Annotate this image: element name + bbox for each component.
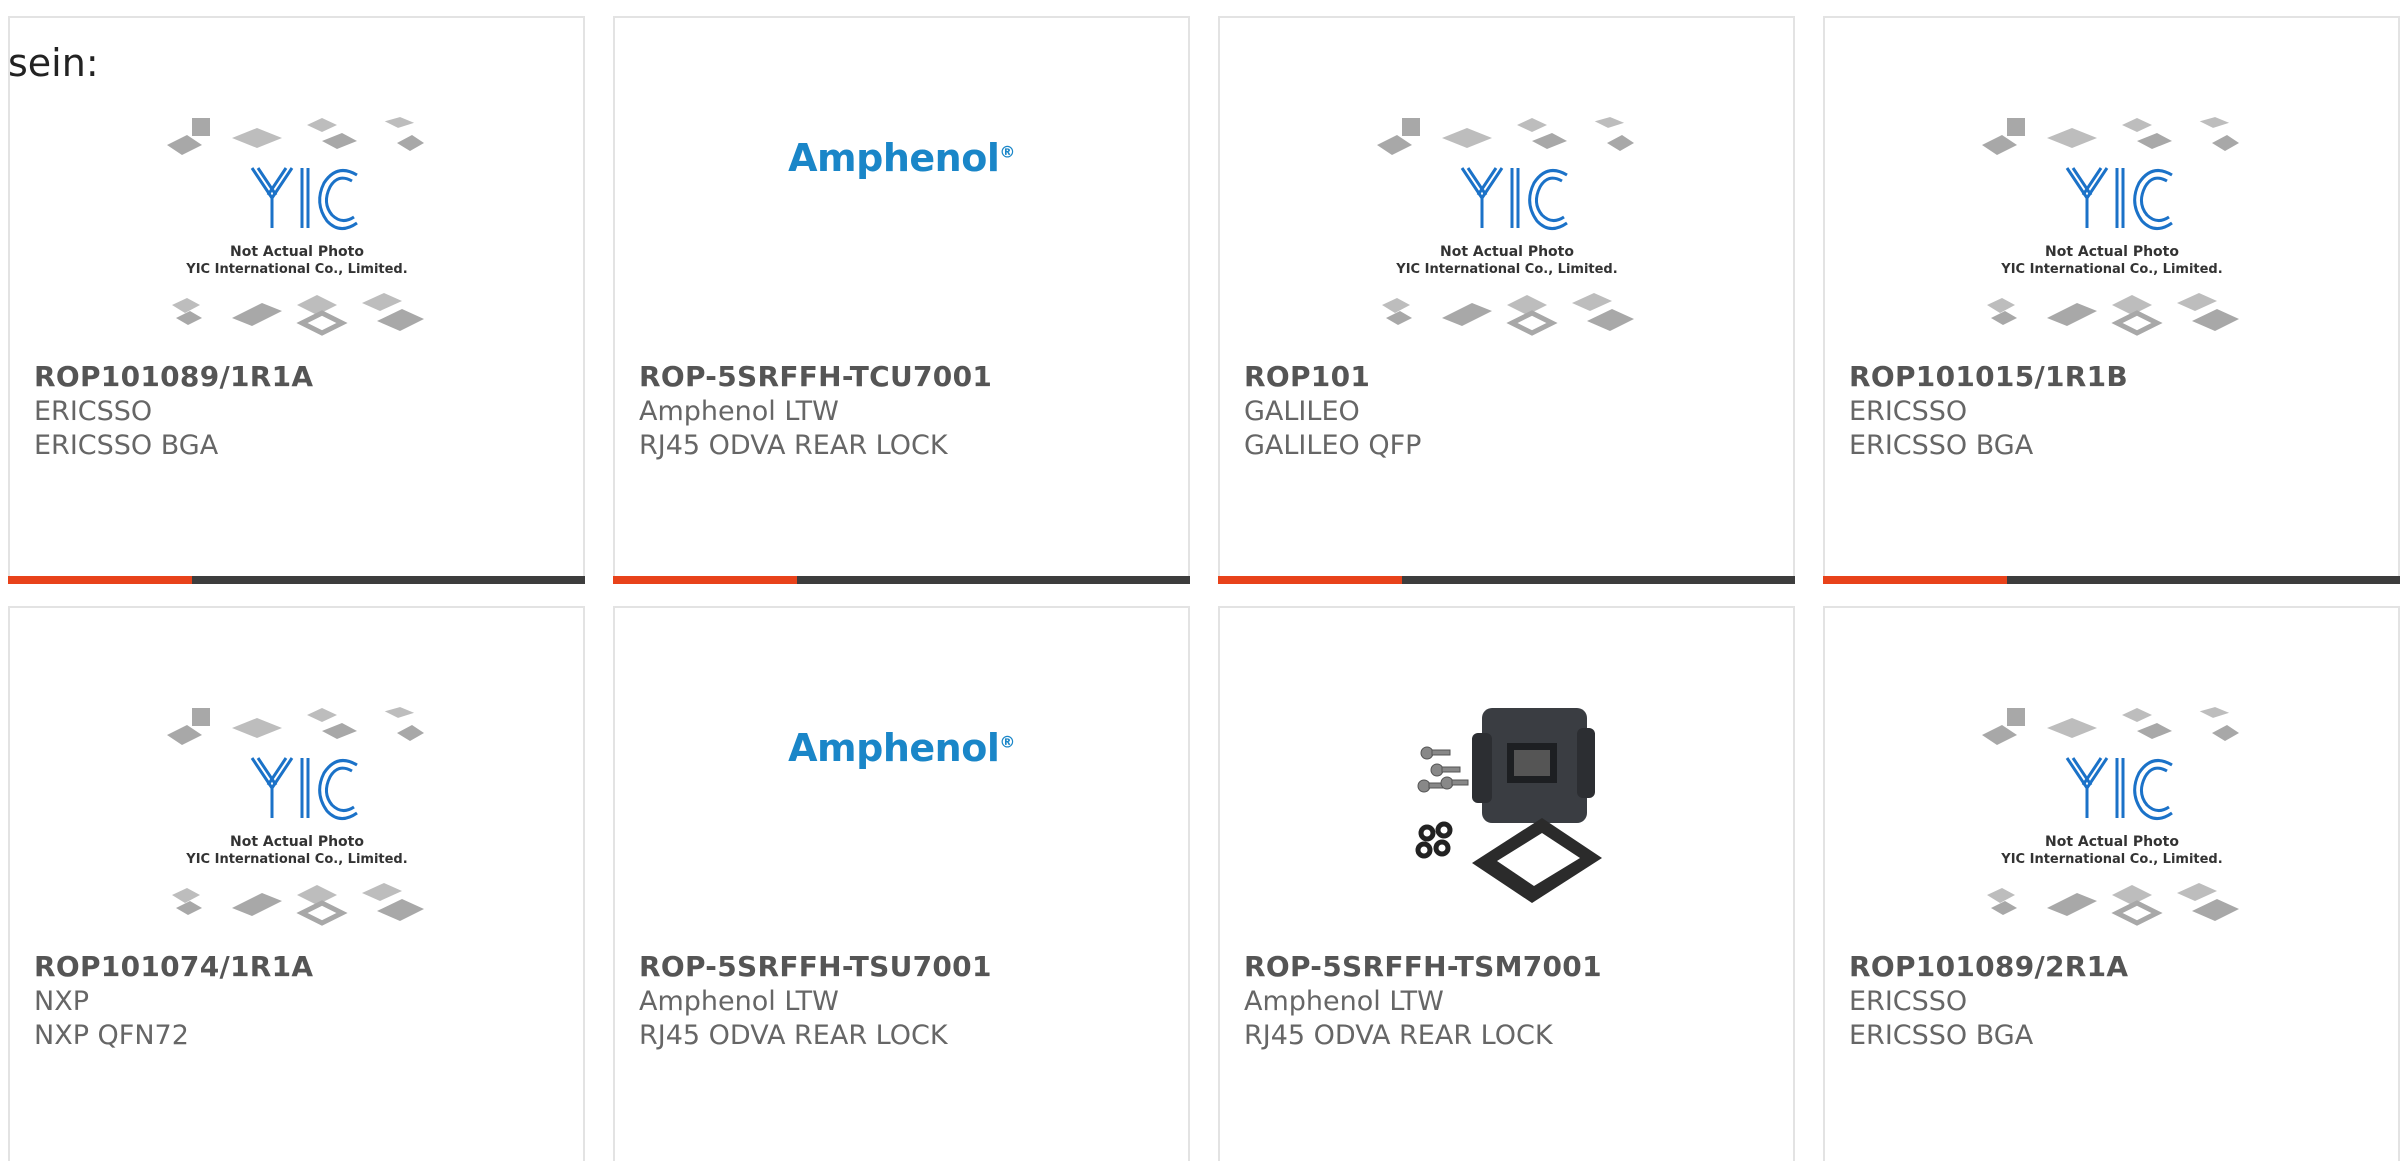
product-image[interactable]: Not Actual Photo YIC International Co., L… (1825, 98, 2398, 368)
product-image[interactable]: Not Actual Photo YIC International Co., L… (1825, 688, 2398, 958)
product-card[interactable]: Amphenol® ROP-5SRFFH-TSU7001 Amphenol LTW R… (613, 606, 1190, 1161)
product-card[interactable]: ROP-5SRFFH-TSM7001 Amphenol LTW RJ45 ODVA … (1218, 606, 1795, 1161)
card-hover-bar (613, 576, 1190, 584)
product-description: GALILEO QFP (1244, 430, 1422, 461)
product-image[interactable]: Amphenol® (615, 688, 1188, 958)
not-actual-photo-placeholder: Not Actual Photo YIC International Co., L… (1376, 114, 1634, 336)
product-description: ERICSSO BGA (1849, 430, 2034, 461)
placeholder-line2: YIC International Co., Limited. (2000, 852, 2222, 867)
product-manufacturer: ERICSSO (34, 396, 153, 427)
product-image[interactable]: Amphenol® (615, 98, 1188, 368)
product-image[interactable]: Not Actual Photo YIC International Co., L… (10, 98, 583, 368)
product-part-number[interactable]: ROP101 (1244, 360, 1370, 393)
placeholder-line1: Not Actual Photo (230, 834, 364, 850)
not-actual-photo-placeholder: Not Actual Photo YIC International Co., L… (166, 114, 424, 336)
product-manufacturer: ERICSSO (1849, 396, 1968, 427)
not-actual-photo-placeholder: Not Actual Photo YIC International Co., L… (1981, 704, 2239, 926)
placeholder-line2: YIC International Co., Limited. (185, 852, 407, 867)
card-hover-bar-accent (613, 576, 797, 584)
placeholder-line2: YIC International Co., Limited. (2000, 262, 2222, 277)
card-hover-bar-accent (8, 576, 192, 584)
product-image[interactable]: Not Actual Photo YIC International Co., L… (1220, 98, 1793, 368)
amphenol-logo-text: Amphenol (788, 136, 1000, 180)
page: sein: Not Actual Photo YIC International … (0, 0, 2400, 1161)
product-part-number[interactable]: ROP101015/1R1B (1849, 360, 2128, 393)
product-part-number[interactable]: ROP101089/1R1A (34, 360, 313, 393)
product-manufacturer: ERICSSO (1849, 986, 1968, 1017)
product-manufacturer: NXP (34, 986, 89, 1017)
placeholder-line1: Not Actual Photo (2045, 244, 2179, 260)
product-image[interactable]: Not Actual Photo YIC International Co., L… (10, 688, 583, 958)
product-card[interactable]: Not Actual Photo YIC International Co., L… (8, 606, 585, 1161)
not-actual-photo-placeholder: Not Actual Photo YIC International Co., L… (1981, 114, 2239, 336)
product-part-number[interactable]: ROP101089/2R1A (1849, 950, 2128, 983)
intro-text: sein: (8, 41, 99, 85)
product-description: ERICSSO BGA (34, 430, 219, 461)
product-part-number[interactable]: ROP-5SRFFH-TCU7001 (639, 360, 992, 393)
product-card[interactable]: Not Actual Photo YIC International Co., L… (1218, 16, 1795, 584)
product-card[interactable]: Not Actual Photo YIC International Co., L… (1823, 16, 2400, 584)
not-actual-photo-placeholder: Not Actual Photo YIC International Co., L… (166, 704, 424, 926)
amphenol-logo: Amphenol® (788, 136, 1015, 180)
placeholder-line1: Not Actual Photo (2045, 834, 2179, 850)
placeholder-line2: YIC International Co., Limited. (1395, 262, 1617, 277)
card-hover-bar (1823, 576, 2400, 584)
product-description: RJ45 ODVA REAR LOCK (639, 430, 948, 461)
product-description: RJ45 ODVA REAR LOCK (1244, 1020, 1553, 1051)
amphenol-logo: Amphenol® (788, 726, 1015, 770)
product-manufacturer: GALILEO (1244, 396, 1360, 427)
product-manufacturer: Amphenol LTW (639, 986, 839, 1017)
card-hover-bar (1218, 576, 1795, 584)
placeholder-line2: YIC International Co., Limited. (185, 262, 407, 277)
product-description: ERICSSO BGA (1849, 1020, 2034, 1051)
product-image[interactable] (1220, 668, 1793, 938)
product-description: RJ45 ODVA REAR LOCK (639, 1020, 948, 1051)
card-hover-bar-accent (1823, 576, 2007, 584)
amphenol-logo-text: Amphenol (788, 726, 1000, 770)
product-description: NXP QFN72 (34, 1020, 189, 1051)
product-card[interactable]: Not Actual Photo YIC International Co., L… (8, 16, 585, 584)
product-manufacturer: Amphenol LTW (1244, 986, 1444, 1017)
connector-photo (1415, 708, 1602, 903)
product-card[interactable]: Amphenol® ROP-5SRFFH-TCU7001 Amphenol LTW R… (613, 16, 1190, 584)
placeholder-line1: Not Actual Photo (1440, 244, 1574, 260)
card-hover-bar (8, 576, 585, 584)
product-manufacturer: Amphenol LTW (639, 396, 839, 427)
product-part-number[interactable]: ROP-5SRFFH-TSU7001 (639, 950, 992, 983)
placeholder-line1: Not Actual Photo (230, 244, 364, 260)
product-card[interactable]: Not Actual Photo YIC International Co., L… (1823, 606, 2400, 1161)
product-part-number[interactable]: ROP-5SRFFH-TSM7001 (1244, 950, 1602, 983)
card-hover-bar-accent (1218, 576, 1402, 584)
product-part-number[interactable]: ROP101074/1R1A (34, 950, 313, 983)
